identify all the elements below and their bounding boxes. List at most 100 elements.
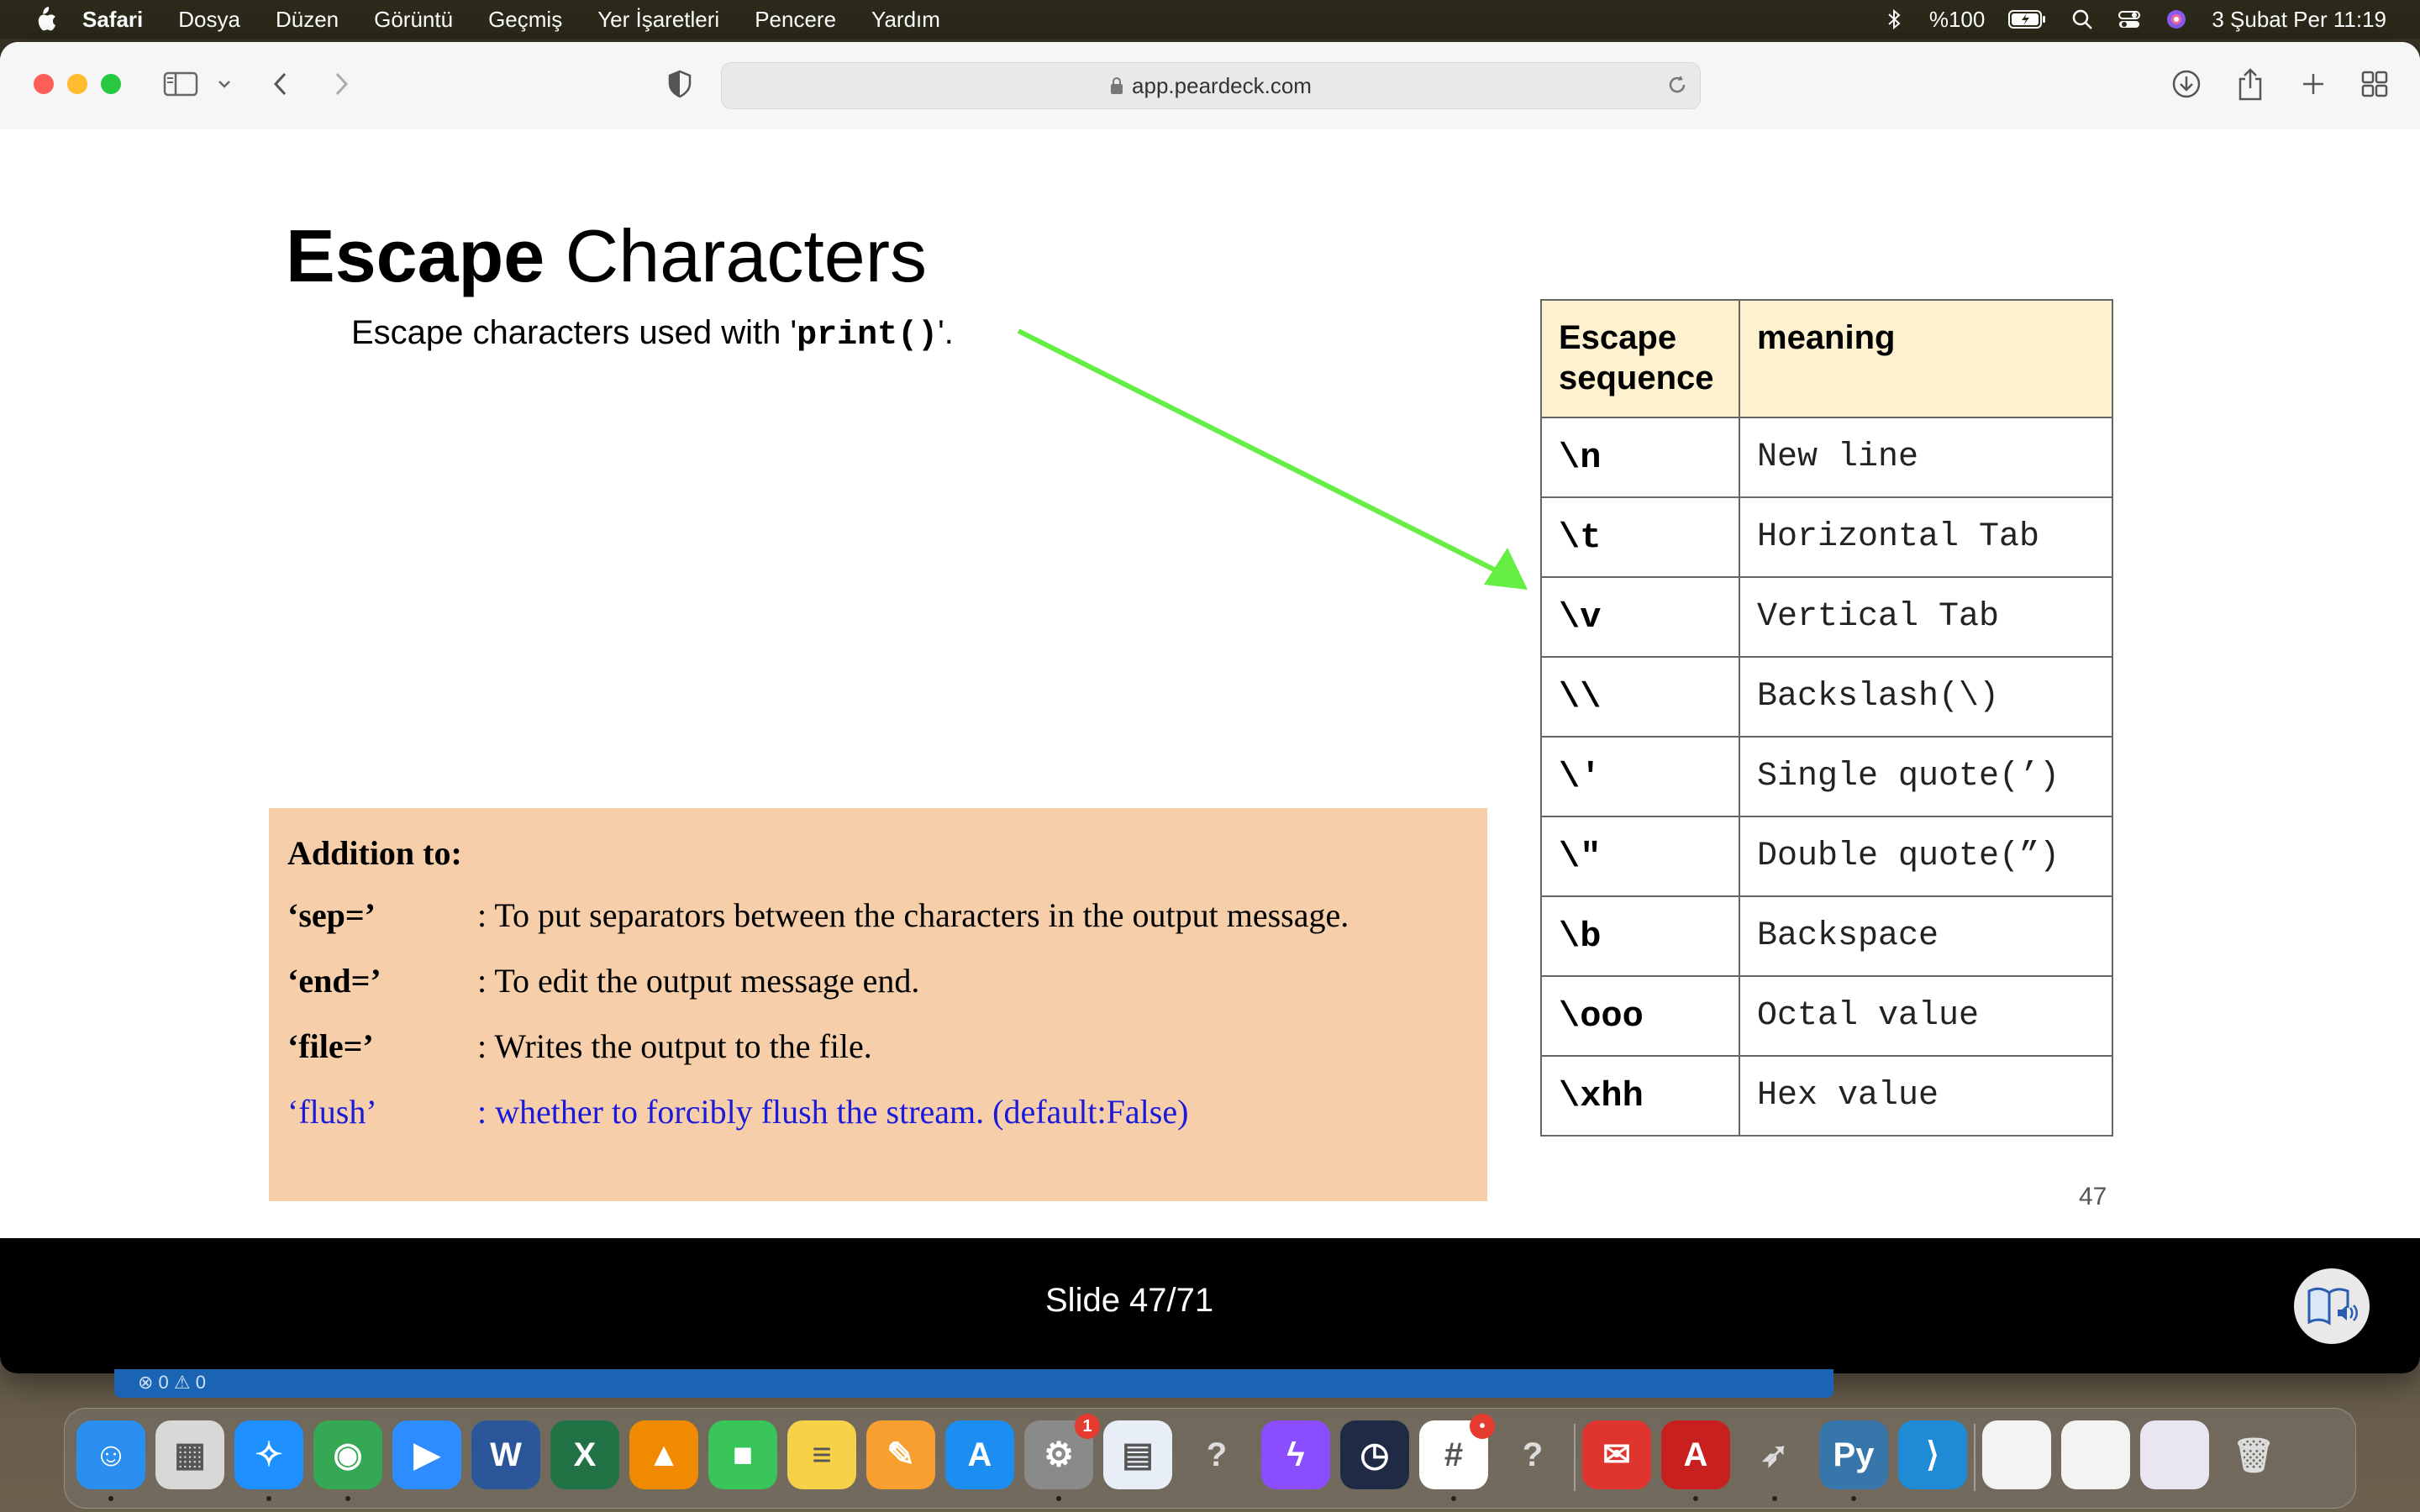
mail-icon[interactable]: ✉ xyxy=(1582,1420,1651,1489)
meaning-cell: Vertical Tab xyxy=(1739,576,2113,658)
zoom-icon-glyph: ▶ xyxy=(413,1436,440,1473)
table-row: \xhh Hex value xyxy=(1540,1055,2113,1137)
bluetooth-icon[interactable] xyxy=(1882,8,1906,31)
python-icon[interactable]: Py xyxy=(1819,1420,1888,1489)
zoom-window-button[interactable] xyxy=(101,74,121,94)
vscode-icon-glyph: ⟩ xyxy=(1926,1436,1939,1473)
header-meaning: meaning xyxy=(1739,299,2113,418)
finder-icon-glyph: ☺ xyxy=(93,1436,129,1473)
running-indicator xyxy=(1451,1496,1456,1501)
notes-icon[interactable]: ≡ xyxy=(787,1420,856,1489)
address-bar[interactable]: app.peardeck.com xyxy=(721,62,1701,109)
downloads-icon[interactable] xyxy=(2171,67,2202,101)
immersive-reader-icon xyxy=(2307,1287,2358,1326)
meaning-cell: Backspace xyxy=(1739,895,2113,977)
battery-icon[interactable] xyxy=(2008,9,2047,29)
vscode-icon[interactable]: ⟩ xyxy=(1898,1420,1967,1489)
menu-bookmarks[interactable]: Yer İşaretleri xyxy=(597,7,719,33)
slide-navigation-bar: Slide 47/71 xyxy=(0,1238,2420,1373)
trash-icon[interactable]: 🗑 xyxy=(2219,1420,2288,1489)
privacy-shield-icon[interactable] xyxy=(667,67,692,101)
running-indicator xyxy=(1693,1496,1698,1501)
apple-icon[interactable] xyxy=(32,5,57,34)
addition-desc: : To edit the output message end. xyxy=(477,962,920,1000)
pages-icon[interactable]: ✎ xyxy=(866,1420,935,1489)
menu-file[interactable]: Dosya xyxy=(178,7,240,33)
back-button[interactable] xyxy=(271,67,291,101)
menu-extras: %100 3 Şubat Per 11:19 xyxy=(1882,0,2386,39)
problems-status[interactable]: ⊗ 0 ⚠ 0 xyxy=(138,1372,206,1394)
word-icon[interactable]: W xyxy=(471,1420,540,1489)
window-thumbnail-2[interactable] xyxy=(2061,1420,2130,1489)
forward-button[interactable] xyxy=(331,67,351,101)
sidebar-toggle-icon[interactable] xyxy=(163,67,198,101)
meaning-cell: Hex value xyxy=(1739,1055,2113,1137)
dock-separator xyxy=(1974,1424,1975,1491)
app-store-icon[interactable]: A xyxy=(945,1420,1014,1489)
slide-page-number: 47 xyxy=(2079,1183,2107,1210)
slack-icon-glyph: # xyxy=(1444,1436,1464,1473)
table-row: \t Horizontal Tab xyxy=(1540,496,2113,578)
chevron-down-icon[interactable] xyxy=(217,67,232,101)
running-indicator xyxy=(108,1496,113,1501)
menu-clock[interactable]: 3 Şubat Per 11:19 xyxy=(2212,7,2386,33)
addition-desc: : whether to forcibly flush the stream. … xyxy=(477,1093,1189,1131)
running-indicator xyxy=(266,1496,271,1501)
escape-seq-cell: \t xyxy=(1540,496,1740,578)
calendar-widget-icon[interactable]: ◷ xyxy=(1340,1420,1409,1489)
acrobat-icon[interactable]: A xyxy=(1661,1420,1730,1489)
rocket-icon[interactable]: ➶ xyxy=(1740,1420,1809,1489)
new-tab-icon[interactable] xyxy=(2301,67,2326,101)
safari-icon-glyph: ✧ xyxy=(255,1436,283,1473)
preview-icon[interactable]: ▤ xyxy=(1103,1420,1172,1489)
lock-icon xyxy=(1111,77,1123,94)
addition-desc: : To put separators between the characte… xyxy=(477,896,1349,934)
system-preferences-icon[interactable]: ⚙ 1 xyxy=(1024,1414,1100,1489)
menu-view[interactable]: Görüntü xyxy=(374,7,453,33)
notes-icon-glyph: ≡ xyxy=(812,1436,832,1473)
table-header-row: Escape sequence meaning xyxy=(1540,299,2113,418)
immersive-reader-button[interactable] xyxy=(2294,1268,2370,1344)
tab-overview-icon[interactable] xyxy=(2361,67,2388,101)
launchpad-icon[interactable]: ▦ xyxy=(155,1420,224,1489)
chrome-icon-glyph: ◉ xyxy=(333,1436,363,1473)
finder-icon[interactable]: ☺ xyxy=(76,1420,145,1489)
slack-icon[interactable]: # • xyxy=(1419,1414,1495,1489)
slide-subtitle: Escape characters used with 'print()'. xyxy=(351,314,954,354)
menu-window[interactable]: Pencere xyxy=(755,7,836,33)
help-icon-2[interactable]: ? xyxy=(1498,1420,1567,1489)
window-thumbnail-1[interactable] xyxy=(1982,1420,2051,1489)
siri-icon[interactable] xyxy=(2165,8,2188,31)
addition-key: ‘flush’ xyxy=(287,1093,377,1131)
chrome-icon[interactable]: ◉ xyxy=(313,1420,382,1489)
menu-app-name[interactable]: Safari xyxy=(82,7,143,33)
control-center-icon[interactable] xyxy=(2118,8,2141,31)
excel-icon[interactable]: X xyxy=(550,1420,619,1489)
table-row: \b Backspace xyxy=(1540,895,2113,977)
meaning-cell: Double quote(”) xyxy=(1739,816,2113,897)
safari-icon[interactable]: ✧ xyxy=(234,1420,303,1489)
battery-percent[interactable]: %100 xyxy=(1929,7,1986,33)
menu-edit[interactable]: Düzen xyxy=(276,7,339,33)
addition-item-end: ‘end=’ : To edit the output message end. xyxy=(287,961,919,1000)
menu-help[interactable]: Yardım xyxy=(871,7,940,33)
reload-icon[interactable] xyxy=(1666,73,1688,97)
table-row: \ooo Octal value xyxy=(1540,975,2113,1057)
facetime-icon[interactable]: ■ xyxy=(708,1420,777,1489)
escape-seq-cell: \v xyxy=(1540,576,1740,658)
dock: ☺ ▦ ✧ ◉ ▶ W X ▲ ■ ≡ ✎ A ⚙ 1 ▤? ϟ ◷ # •? ✉ A ➶ Py ⟩ 🗑 xyxy=(64,1408,2356,1509)
trash-icon-glyph: 🗑 xyxy=(2232,1436,2275,1474)
window-thumbnail-3[interactable] xyxy=(2140,1420,2209,1489)
zoom-icon[interactable]: ▶ xyxy=(392,1420,461,1489)
vlc-icon[interactable]: ▲ xyxy=(629,1420,698,1489)
menu-history[interactable]: Geçmiş xyxy=(488,7,562,33)
minimize-window-button[interactable] xyxy=(67,74,87,94)
messenger-icon[interactable]: ϟ xyxy=(1261,1420,1330,1489)
close-window-button[interactable] xyxy=(34,74,54,94)
help-icon[interactable]: ? xyxy=(1182,1420,1251,1489)
addition-key: ‘end=’ xyxy=(287,962,381,1000)
addition-item-file: ‘file=’: Writes the output to the file. xyxy=(287,1026,872,1066)
share-icon[interactable] xyxy=(2237,67,2264,101)
spotlight-search-icon[interactable] xyxy=(2070,8,2094,31)
notification-badge: • xyxy=(1470,1414,1495,1439)
